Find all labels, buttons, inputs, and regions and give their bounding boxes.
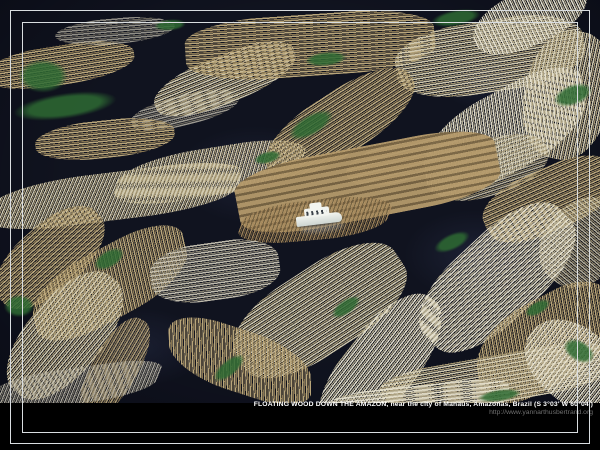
boat [294,199,350,237]
wallpaper-canvas: FLOATING WOOD DOWN THE AMAZON, near the … [0,0,600,450]
aerial-photo [0,0,600,403]
caption-title: FLOATING WOOD DOWN THE AMAZON, near the … [254,401,593,408]
boat-windows [306,209,326,215]
photo-credit-url: http://www.yannarthusbertrand.org [254,409,593,416]
photo-vignette [0,0,600,403]
photo-caption: FLOATING WOOD DOWN THE AMAZON, near the … [254,401,593,416]
